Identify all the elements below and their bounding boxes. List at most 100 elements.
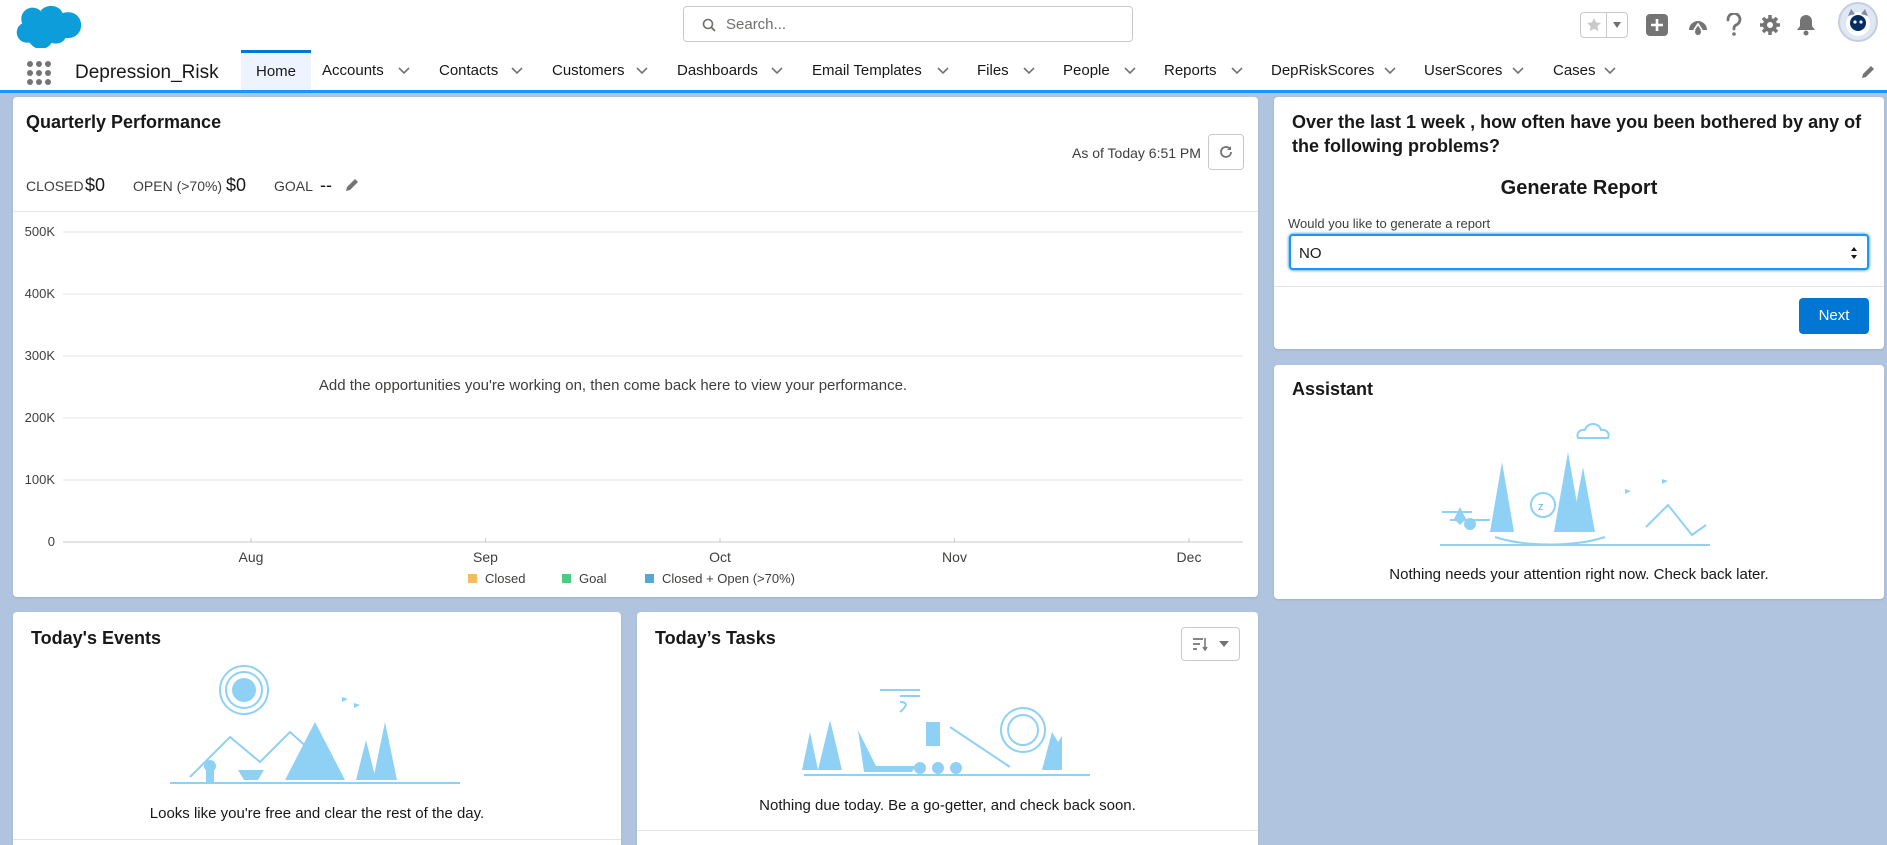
legend-label[interactable]: Closed + Open (>70%)	[662, 571, 795, 586]
card-divider	[637, 830, 1258, 831]
add-icon	[1646, 14, 1668, 36]
chart-empty-message: Add the opportunities you're working on,…	[318, 377, 908, 394]
sort-icon	[1192, 638, 1208, 651]
chevron-down-icon[interactable]	[1512, 66, 1524, 76]
nav-tab-reports[interactable]: Reports	[1164, 50, 1217, 90]
events-empty-message: Looks like you're free and clear the res…	[149, 805, 485, 822]
nav-tab-label: Contacts	[439, 61, 499, 79]
quarterly-performance-chart: 500K 400K 300K 200K 100K 0 Aug Sep Oct Nov Dec Clos…	[25, 224, 1243, 586]
legend-label[interactable]: Goal	[579, 571, 607, 586]
next-button[interactable]: Next	[1799, 298, 1869, 334]
chevron-down-icon[interactable]	[937, 66, 949, 76]
generate-report-label: Would you like to generate a report	[1288, 216, 1491, 231]
camping-illustration-icon	[170, 665, 460, 784]
generate-report-select[interactable]: NO	[1289, 234, 1869, 270]
open-value: $0	[226, 175, 247, 195]
as-of-timestamp: As of Today 6:51 PM	[1072, 145, 1201, 161]
y-tick-label: 400K	[25, 286, 56, 301]
x-tick-label: Dec	[1177, 549, 1202, 565]
chevron-down-icon[interactable]	[1604, 66, 1616, 76]
nav-tab-accounts[interactable]: Accounts	[322, 50, 384, 90]
gear-icon	[1760, 15, 1780, 35]
nav-tab-people[interactable]: People	[1063, 50, 1110, 90]
trailhead-icon	[1689, 21, 1707, 35]
nav-tab-label: Files	[977, 61, 1009, 79]
x-tick-label: Aug	[239, 549, 264, 565]
chevron-down-icon[interactable]	[1124, 66, 1136, 76]
legend-swatch	[645, 574, 654, 583]
trailhead-button[interactable]	[1683, 10, 1713, 40]
favorites-menu-button[interactable]	[1607, 13, 1627, 37]
survey-subtitle: Generate Report	[1500, 177, 1658, 199]
nav-tab-label: Reports	[1164, 61, 1217, 79]
closed-value: $0	[85, 175, 106, 195]
selected-value: NO	[1299, 245, 1322, 262]
nav-tab-label: Accounts	[322, 61, 384, 79]
nav-tab-label: UserScores	[1424, 61, 1503, 79]
x-tick-label: Nov	[942, 549, 967, 565]
astro-avatar-icon	[1846, 9, 1870, 36]
help-button[interactable]	[1719, 10, 1749, 40]
setup-button[interactable]	[1755, 10, 1785, 40]
open-label: OPEN (>70%)	[133, 178, 223, 194]
x-tick-label: Sep	[473, 549, 498, 565]
survey-question: Over the last 1 week , how often have yo…	[1292, 112, 1862, 156]
bell-icon	[1797, 15, 1815, 36]
global-header	[0, 0, 1887, 50]
assistant-title: Assistant	[1292, 379, 1374, 399]
todays-events-title: Today's Events	[31, 628, 161, 648]
chevron-down-icon[interactable]	[771, 66, 783, 76]
nav-tab-depriskscores[interactable]: DepRiskScores	[1271, 50, 1374, 90]
svg-text:z: z	[1538, 501, 1544, 513]
nav-tab-label: DepRiskScores	[1271, 61, 1375, 79]
chevron-down-icon[interactable]	[1384, 66, 1396, 76]
tasks-empty-message: Nothing due today. Be a go-getter, and c…	[759, 797, 1136, 814]
goal-label: GOAL	[274, 178, 313, 194]
nav-tab-label: People	[1063, 61, 1110, 79]
legend-label[interactable]: Closed	[485, 571, 525, 586]
hammock-illustration-icon: z	[1440, 423, 1710, 546]
legend-swatch	[468, 574, 477, 583]
card-divider	[13, 839, 621, 840]
nav-tab-dashboards[interactable]: Dashboards	[677, 50, 758, 90]
tasks-filter-menu-button[interactable]	[1181, 627, 1240, 661]
search-input[interactable]	[726, 13, 1116, 35]
help-icon	[1726, 13, 1742, 36]
favorite-star-button[interactable]	[1581, 13, 1607, 37]
quarterly-performance-title: Quarterly Performance	[26, 112, 222, 132]
card-divider	[1274, 286, 1884, 287]
chevron-down-icon[interactable]	[1231, 66, 1243, 76]
nav-tab-home[interactable]: Home	[241, 50, 311, 90]
nav-tab-contacts[interactable]: Contacts	[439, 50, 498, 90]
app-nav-bar: Depression_Risk Home Accounts Contacts C…	[0, 50, 1887, 93]
goal-value: --	[320, 175, 332, 195]
nav-tab-email-templates[interactable]: Email Templates	[812, 50, 922, 90]
notifications-button[interactable]	[1791, 10, 1821, 40]
nav-tab-label: Dashboards	[677, 61, 758, 79]
global-actions-button[interactable]	[1642, 10, 1672, 40]
chevron-down-icon[interactable]	[511, 66, 523, 76]
edit-nav-pencil-icon[interactable]	[1860, 64, 1876, 80]
app-launcher-icon[interactable]	[26, 60, 52, 86]
global-search[interactable]	[683, 6, 1133, 42]
legend-swatch	[562, 574, 571, 583]
chevron-down-icon[interactable]	[398, 66, 410, 76]
nav-tab-label: Home	[255, 63, 296, 80]
y-tick-label: 300K	[25, 348, 56, 363]
chevron-down-icon[interactable]	[1023, 66, 1035, 76]
nav-tab-cases[interactable]: Cases	[1553, 50, 1596, 90]
y-tick-label: 0	[48, 534, 55, 549]
closed-label: CLOSED	[26, 178, 84, 194]
refresh-button[interactable]	[1208, 134, 1244, 170]
salesforce-logo[interactable]	[14, 4, 82, 48]
nav-tab-label: Cases	[1553, 61, 1596, 79]
user-avatar[interactable]	[1838, 2, 1878, 42]
y-tick-label: 500K	[25, 224, 56, 239]
nav-tab-userscores[interactable]: UserScores	[1424, 50, 1502, 90]
app-name: Depression_Risk	[75, 62, 219, 83]
edit-goal-pencil-icon[interactable]	[344, 177, 360, 193]
beach-chair-illustration-icon	[802, 689, 1090, 776]
nav-tab-customers[interactable]: Customers	[552, 50, 625, 90]
nav-tab-files[interactable]: Files	[977, 50, 1009, 90]
chevron-down-icon[interactable]	[636, 66, 648, 76]
